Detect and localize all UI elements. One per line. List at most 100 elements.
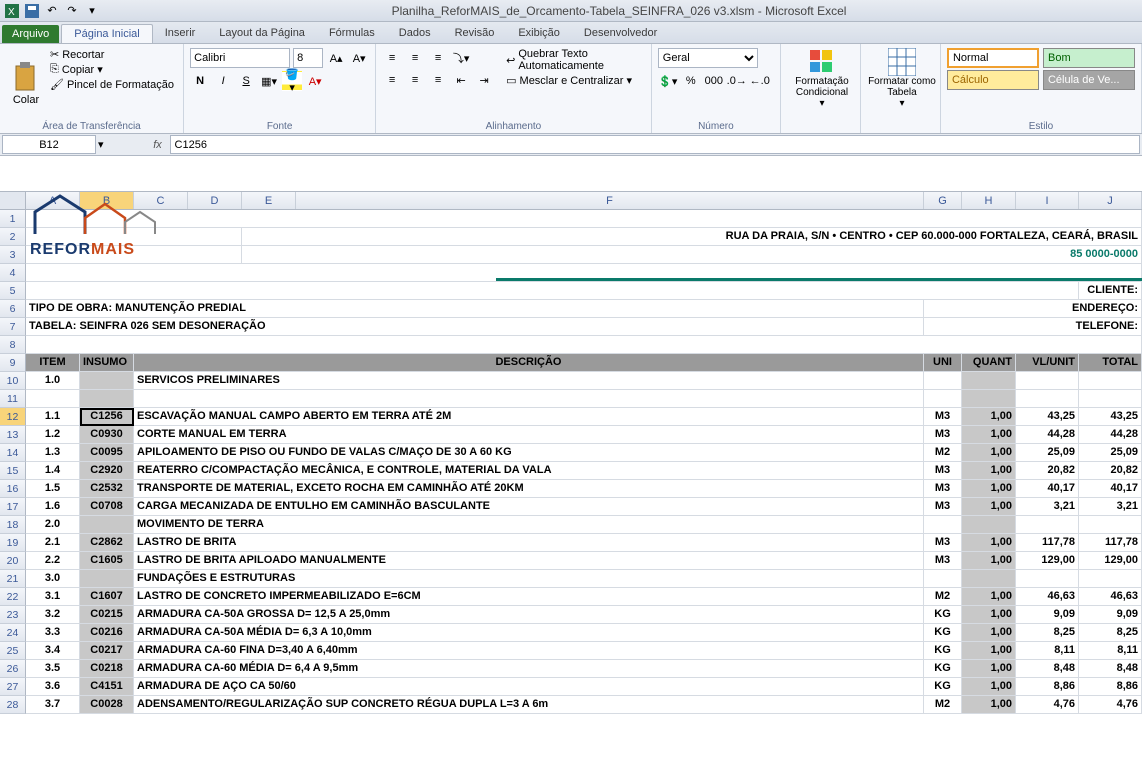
tab-dados[interactable]: Dados	[387, 24, 443, 43]
worksheet-grid[interactable]: ABCDEFGHIJ 12RUA DA PRAIA, S/N • CENTRO …	[0, 192, 1142, 714]
row-header[interactable]: 26	[0, 660, 26, 678]
cell[interactable]: DESCRIÇÃO	[134, 354, 924, 372]
row-header[interactable]: 21	[0, 570, 26, 588]
qat-dropdown-icon[interactable]: ▾	[84, 3, 100, 19]
cell[interactable]: TRANSPORTE DE MATERIAL, EXCETO ROCHA EM …	[134, 480, 924, 498]
cell[interactable]: 129,00	[1016, 552, 1079, 570]
cell[interactable]: 1.6	[26, 498, 80, 516]
cell[interactable]: C1605	[80, 552, 134, 570]
cell[interactable]: 3.2	[26, 606, 80, 624]
cell[interactable]: 1,00	[962, 498, 1016, 516]
cell[interactable]: C0217	[80, 642, 134, 660]
cell[interactable]: 8,86	[1079, 678, 1142, 696]
merge-center-button[interactable]: ▭Mesclar e Centralizar ▾	[506, 74, 645, 87]
cell[interactable]	[134, 390, 924, 408]
style-calculation[interactable]: Cálculo	[947, 70, 1039, 90]
cell[interactable]	[924, 516, 962, 534]
cell[interactable]: 1,00	[962, 642, 1016, 660]
cell[interactable]: C1607	[80, 588, 134, 606]
cell[interactable]: M3	[924, 408, 962, 426]
cell[interactable]: 1,00	[962, 678, 1016, 696]
row-header[interactable]: 3	[0, 246, 26, 264]
cell[interactable]: 1,00	[962, 660, 1016, 678]
cell[interactable]: C2920	[80, 462, 134, 480]
tab-página-inicial[interactable]: Página Inicial	[61, 24, 152, 43]
cell[interactable]: 20,82	[1016, 462, 1079, 480]
tab-revisão[interactable]: Revisão	[443, 24, 507, 43]
col-header-I[interactable]: I	[1016, 192, 1079, 209]
row-header[interactable]: 15	[0, 462, 26, 480]
col-header-J[interactable]: J	[1079, 192, 1142, 209]
cell[interactable]: KG	[924, 678, 962, 696]
cell[interactable]: 85 0000-0000	[242, 246, 1142, 264]
row-header[interactable]: 14	[0, 444, 26, 462]
cell[interactable]	[1016, 516, 1079, 534]
cell[interactable]: ARMADURA CA-60 FINA D=3,40 A 6,40mm	[134, 642, 924, 660]
cell[interactable]: CORTE MANUAL EM TERRA	[134, 426, 924, 444]
paste-button[interactable]: Colar	[6, 48, 46, 119]
cell[interactable]	[924, 570, 962, 588]
increase-decimal-button[interactable]: .0→	[727, 71, 747, 91]
formula-input[interactable]	[170, 135, 1140, 154]
cell[interactable]: 1,00	[962, 408, 1016, 426]
cell[interactable]: FUNDAÇÕES E ESTRUTURAS	[134, 570, 924, 588]
tab-fórmulas[interactable]: Fórmulas	[317, 24, 387, 43]
underline-button[interactable]: S	[236, 71, 256, 91]
col-header-E[interactable]: E	[242, 192, 296, 209]
cell[interactable]: 1.1	[26, 408, 80, 426]
bold-button[interactable]: N	[190, 71, 210, 91]
cell[interactable]: 1.0	[26, 372, 80, 390]
align-right-button[interactable]: ≡	[428, 70, 448, 90]
row-header[interactable]: 16	[0, 480, 26, 498]
cell[interactable]	[26, 336, 1142, 354]
cell[interactable]: 1,00	[962, 480, 1016, 498]
tab-exibição[interactable]: Exibição	[506, 24, 572, 43]
cell[interactable]	[1079, 570, 1142, 588]
cell[interactable]: ADENSAMENTO/REGULARIZAÇÃO SUP CONCRETO R…	[134, 696, 924, 714]
cell[interactable]: 40,17	[1079, 480, 1142, 498]
row-header[interactable]: 1	[0, 210, 26, 228]
cell[interactable]: 8,11	[1016, 642, 1079, 660]
cell[interactable]: 1,00	[962, 462, 1016, 480]
align-top-button[interactable]: ≡	[382, 48, 402, 68]
cell[interactable]: 3,21	[1016, 498, 1079, 516]
format-painter-button[interactable]: 🖌Pincel de Formatação	[50, 78, 174, 91]
col-header-G[interactable]: G	[924, 192, 962, 209]
cell[interactable]: 1,00	[962, 624, 1016, 642]
cell[interactable]: SERVICOS PRELIMINARES	[134, 372, 924, 390]
cell[interactable]: 3.6	[26, 678, 80, 696]
cell[interactable]: 1.5	[26, 480, 80, 498]
cell[interactable]: M3	[924, 462, 962, 480]
fx-icon[interactable]: fx	[148, 139, 168, 151]
cell[interactable]: 1,00	[962, 696, 1016, 714]
cell[interactable]: 1.2	[26, 426, 80, 444]
cell[interactable]: 43,25	[1079, 408, 1142, 426]
row-header[interactable]: 19	[0, 534, 26, 552]
cell[interactable]: 20,82	[1079, 462, 1142, 480]
cell[interactable]	[80, 516, 134, 534]
cell[interactable]	[924, 390, 962, 408]
cell[interactable]: MOVIMENTO DE TERRA	[134, 516, 924, 534]
cell[interactable]: 44,28	[1079, 426, 1142, 444]
cell[interactable]: TOTAL	[1079, 354, 1142, 372]
borders-button[interactable]: ▦▾	[259, 71, 279, 91]
cell[interactable]: 9,09	[1079, 606, 1142, 624]
cell[interactable]: 8,48	[1016, 660, 1079, 678]
cell[interactable]: 3.4	[26, 642, 80, 660]
cell[interactable]: 1.3	[26, 444, 80, 462]
cell[interactable]: LASTRO DE CONCRETO IMPERMEABILIZADO E=6C…	[134, 588, 924, 606]
increase-font-button[interactable]: A▴	[326, 48, 346, 68]
cut-button[interactable]: ✂Recortar	[50, 48, 174, 61]
cell[interactable]: C0930	[80, 426, 134, 444]
row-header[interactable]: 24	[0, 624, 26, 642]
row-header[interactable]: 17	[0, 498, 26, 516]
cell[interactable]: 1,00	[962, 426, 1016, 444]
cell[interactable]: C1256	[80, 408, 134, 426]
tab-layout-da-página[interactable]: Layout da Página	[207, 24, 317, 43]
tab-file[interactable]: Arquivo	[2, 25, 59, 43]
cell[interactable]: C0215	[80, 606, 134, 624]
tab-desenvolvedor[interactable]: Desenvolvedor	[572, 24, 669, 43]
cell[interactable]: 8,11	[1079, 642, 1142, 660]
cell[interactable]: 46,63	[1016, 588, 1079, 606]
dropdown-icon[interactable]: ▾	[98, 138, 104, 151]
